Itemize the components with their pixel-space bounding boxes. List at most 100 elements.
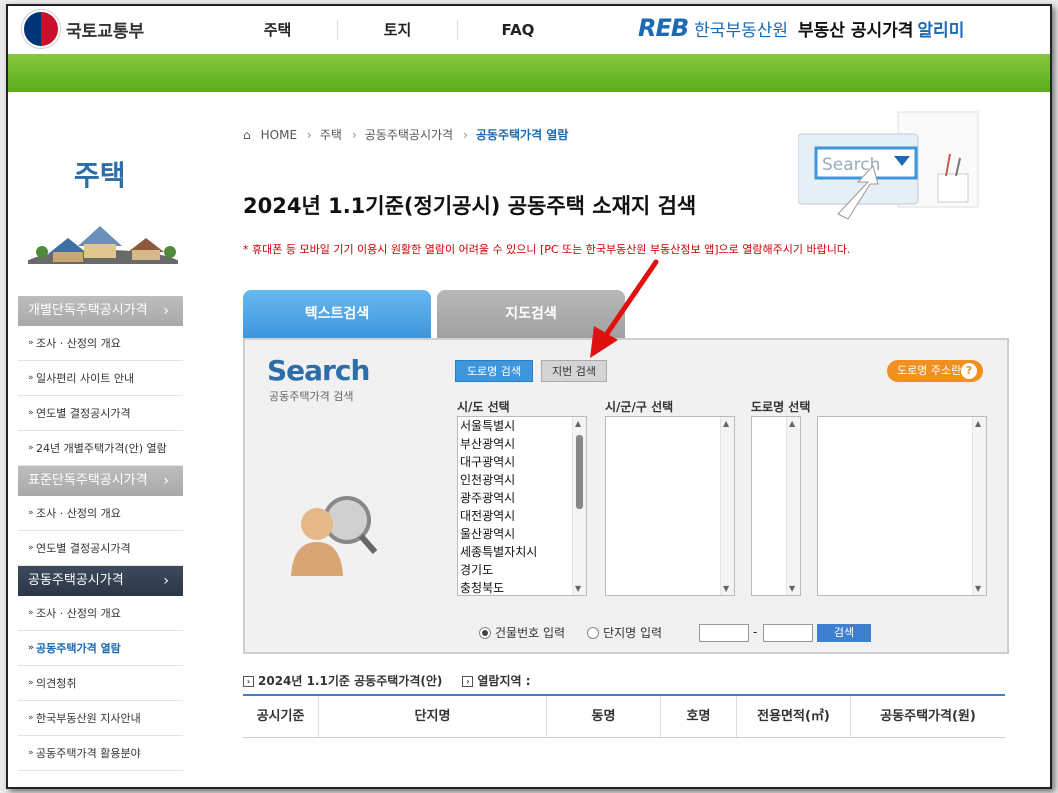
scroll-up-icon[interactable]: ▲ [723, 419, 729, 428]
checkbox-icon: › [462, 676, 474, 687]
scroll-up-icon[interactable]: ▲ [575, 419, 581, 428]
menu-item-survey-overview[interactable]: » 조사 · 산정의 개요 [18, 326, 183, 361]
building-number-label: 건물번호 입력 [495, 626, 566, 640]
menu-group-individual[interactable]: 개별단독주택공시가격 › [18, 296, 183, 326]
column-header: 동명 [547, 696, 661, 737]
menu-item-label: 연도별 결정공시가격 [36, 542, 131, 555]
road-name-search-button[interactable]: 도로명 검색 [455, 360, 533, 382]
menu-item-label: 공동주택가격 열람 [36, 642, 121, 655]
road-name-listbox[interactable]: ▲ ▼ [817, 416, 987, 596]
scrollbar[interactable]: ▲ ▼ [972, 417, 986, 595]
menu-group-standard[interactable]: 표준단독주택공시가격 › [18, 466, 183, 496]
search-button[interactable]: 검색 [817, 624, 871, 642]
green-banner-bar [8, 54, 1050, 92]
sigungu-listbox[interactable]: ▲ ▼ [605, 416, 735, 596]
complex-name-radio[interactable] [587, 626, 600, 639]
bullet-icon: » [28, 443, 34, 453]
road-label: 도로명 선택 [751, 400, 811, 414]
road-address-guide-button[interactable]: 도로명 주소란 ? [887, 360, 983, 382]
sido-option[interactable]: 인천광역시 [458, 471, 586, 489]
sido-option[interactable]: 대전광역시 [458, 507, 586, 525]
nav-land[interactable]: 토지 [338, 20, 458, 40]
scroll-down-icon[interactable]: ▼ [975, 584, 981, 593]
mobile-notice: * 휴대폰 등 모바일 기기 이용시 원활한 열람이 어려울 수 있으니 [PC… [243, 243, 851, 256]
help-icon: ? [961, 363, 977, 379]
complex-name-label: 단지명 입력 [603, 626, 663, 640]
menu-item-label: 24년 개별주택가격(안) 열람 [36, 442, 167, 455]
sidebar-title: 주택 [74, 159, 126, 192]
home-icon[interactable]: ⌂ [243, 128, 251, 142]
nav-housing[interactable]: 주택 [218, 20, 338, 40]
road-address-guide-label: 도로명 주소란 [897, 364, 962, 377]
scrollbar[interactable]: ▲ ▼ [572, 417, 586, 595]
alimi-title: 부동산 공시가격 [798, 20, 914, 41]
scroll-down-icon[interactable]: ▼ [789, 584, 795, 593]
menu-item-ilsapyeonri[interactable]: » 일사편리 사이트 안내 [18, 361, 183, 396]
building-number-sub-input[interactable] [763, 624, 813, 642]
menu-item-yearly-price[interactable]: » 연도별 결정공시가격 [18, 531, 183, 566]
tab-text-search[interactable]: 텍스트검색 [243, 290, 431, 338]
breadcrumb-home[interactable]: HOME [261, 128, 297, 142]
bullet-icon: » [28, 713, 34, 723]
search-hero-illustration-icon: Search [798, 111, 979, 220]
bullet-icon: » [28, 608, 34, 618]
bullet-icon: » [28, 408, 34, 418]
scroll-down-icon[interactable]: ▼ [575, 584, 581, 593]
building-number-radio[interactable] [479, 626, 491, 639]
breadcrumb-housing[interactable]: 주택 [320, 126, 342, 143]
scroll-up-icon[interactable]: ▲ [975, 419, 981, 428]
menu-item-survey-overview[interactable]: » 조사 · 산정의 개요 [18, 496, 183, 531]
building-number-main-input[interactable] [699, 624, 749, 642]
menu-item-apartment-price-view[interactable]: » 공동주택가격 열람 [18, 631, 183, 666]
person-magnifier-icon [291, 496, 378, 576]
lot-number-search-button[interactable]: 지번 검색 [541, 360, 607, 382]
menu-item-24-individual-view[interactable]: » 24년 개별주택가격(안) 열람 [18, 431, 183, 466]
chevron-right-icon: › [163, 473, 169, 489]
sido-option[interactable]: 서울특별시 [458, 417, 586, 435]
scrollbar[interactable]: ▲ ▼ [720, 417, 734, 595]
tab-map-search[interactable]: 지도검색 [437, 290, 625, 338]
page-title: 2024년 1.1기준(정기공시) 공동주택 소재지 검색 [243, 194, 697, 218]
breadcrumb-separator-icon: › [351, 127, 357, 142]
nav-faq[interactable]: FAQ [458, 20, 578, 40]
scroll-thumb[interactable] [576, 435, 583, 509]
sido-listbox[interactable]: 서울특별시 부산광역시 대구광역시 인천광역시 광주광역시 대전광역시 울산광역… [457, 416, 587, 596]
search-panel: Search 공동주택가격 검색 도로명 검색 지번 검색 도로명 주소란 ? … [243, 338, 1009, 654]
breadcrumb-apartment-price[interactable]: 공동주택공시가격 [365, 126, 453, 143]
sidebar-menu: 개별단독주택공시가격 › » 조사 · 산정의 개요 » 일사편리 사이트 안내 » 연… [18, 296, 183, 771]
road-initial-listbox[interactable]: ▲ ▼ [751, 416, 801, 596]
taegeuk-logo-icon[interactable] [22, 10, 60, 48]
sido-option[interactable]: 대구광역시 [458, 453, 586, 471]
site-header: 국토교통부 주택 토지 FAQ REB 한국부동산원 부동산 공시가격 알리미 [8, 6, 1050, 54]
sido-label: 시/도 선택 [457, 400, 510, 414]
reb-alimi-logo[interactable]: REB 한국부동산원 부동산 공시가격 알리미 [638, 14, 964, 42]
sido-option[interactable]: 충청북도 [458, 579, 586, 595]
sido-option[interactable]: 경기도 [458, 561, 586, 579]
menu-item-branches[interactable]: » 한국부동산원 지사안내 [18, 701, 183, 736]
sido-option[interactable]: 세종특별자치시 [458, 543, 586, 561]
column-header: 전용면적(㎡) [737, 696, 851, 737]
menu-item-survey-overview[interactable]: » 조사 · 산정의 개요 [18, 596, 183, 631]
search-logo: Search [267, 354, 370, 387]
sido-option[interactable]: 광주광역시 [458, 489, 586, 507]
ministry-logo-text[interactable]: 국토교통부 [66, 17, 144, 42]
bullet-icon: » [28, 643, 34, 653]
scroll-up-icon[interactable]: ▲ [789, 419, 795, 428]
menu-group-label: 개별단독주택공시가격 [28, 303, 148, 318]
column-header: 공시기준 [243, 696, 319, 737]
menu-item-label: 공동주택가격 활용분야 [36, 747, 141, 760]
sido-option[interactable]: 울산광역시 [458, 525, 586, 543]
breadcrumb-separator-icon: › [307, 127, 312, 142]
scrollbar[interactable]: ▲ ▼ [786, 417, 800, 595]
menu-item-yearly-price[interactable]: » 연도별 결정공시가격 [18, 396, 183, 431]
alimi-title-accent: 알리미 [917, 20, 965, 41]
column-header: 단지명 [319, 696, 547, 737]
menu-item-usage[interactable]: » 공동주택가격 활용분야 [18, 736, 183, 771]
menu-group-apartment[interactable]: 공동주택공시가격 › [18, 566, 183, 596]
menu-item-opinion[interactable]: » 의견청취 [18, 666, 183, 701]
bullet-icon: » [28, 678, 34, 688]
menu-item-label: 조사 · 산정의 개요 [36, 507, 121, 520]
sido-option[interactable]: 부산광역시 [458, 435, 586, 453]
scroll-down-icon[interactable]: ▼ [723, 584, 729, 593]
result-region: › 열람지역 : [462, 672, 531, 689]
